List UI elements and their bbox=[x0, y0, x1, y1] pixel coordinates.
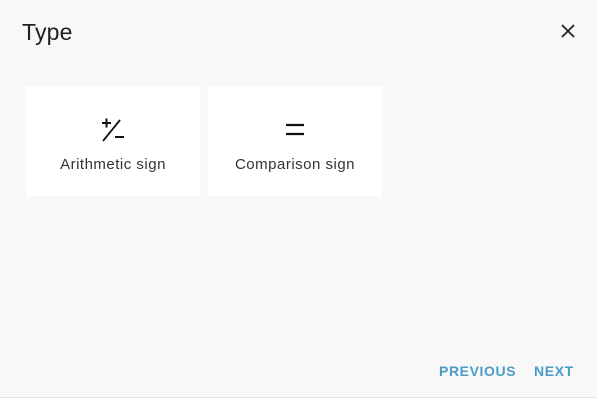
type-dialog: Type Arithmetic sign Comparison sign PRE… bbox=[0, 0, 597, 398]
close-button[interactable] bbox=[556, 19, 580, 43]
dialog-title: Type bbox=[22, 19, 73, 45]
close-icon bbox=[561, 24, 575, 38]
option-comparison-sign[interactable]: Comparison sign bbox=[208, 86, 382, 196]
equals-icon bbox=[286, 123, 304, 136]
previous-button[interactable]: PREVIOUS bbox=[439, 362, 516, 380]
option-label: Comparison sign bbox=[234, 156, 356, 173]
next-button[interactable]: NEXT bbox=[534, 362, 574, 380]
plus-minus-icon bbox=[102, 118, 124, 142]
type-options: Arithmetic sign Comparison sign bbox=[26, 86, 382, 196]
option-arithmetic-sign[interactable]: Arithmetic sign bbox=[26, 86, 200, 196]
option-label: Arithmetic sign bbox=[60, 156, 166, 173]
